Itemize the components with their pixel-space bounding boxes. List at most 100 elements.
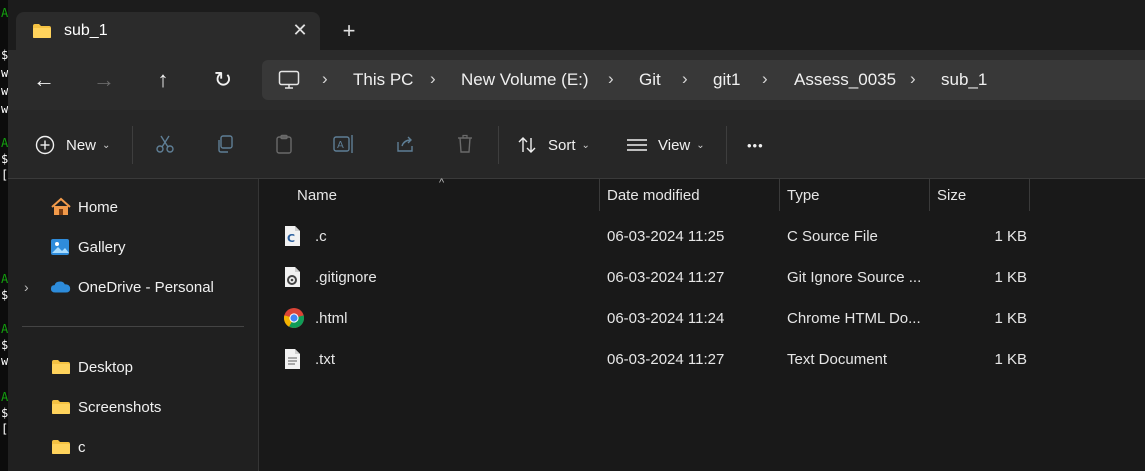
table-row[interactable]: .txt 06-03-2024 11:27 Text Document 1 KB: [259, 340, 1145, 380]
close-tab-icon[interactable]: ✕: [288, 18, 312, 42]
sidebar-item-onedrive[interactable]: OneDrive - Personal: [50, 275, 214, 299]
chrome-icon: [283, 307, 305, 329]
divider: [132, 126, 133, 164]
breadcrumb-separator[interactable]: ›: [430, 69, 436, 89]
file-date-modified: 06-03-2024 11:27: [607, 269, 725, 286]
folder-icon: [50, 436, 72, 458]
breadcrumb-new-volume[interactable]: New Volume (E:): [461, 70, 589, 90]
view-button[interactable]: View ⌄: [626, 132, 705, 158]
view-label: View: [658, 136, 691, 154]
file-type: Chrome HTML Do...: [787, 310, 921, 327]
breadcrumb-separator[interactable]: ›: [608, 69, 614, 89]
sidebar-item-c[interactable]: c: [50, 435, 86, 459]
breadcrumb-separator[interactable]: ›: [910, 69, 916, 89]
tab-sub-1[interactable]: sub_1 ✕: [16, 12, 320, 50]
breadcrumb-separator[interactable]: ›: [682, 69, 688, 89]
more-options-icon: •••: [747, 137, 764, 153]
sidebar-item-label: Desktop: [78, 358, 134, 376]
share-icon[interactable]: [393, 132, 417, 156]
breadcrumb-git1[interactable]: git1: [713, 70, 740, 90]
file-name: .html: [315, 310, 348, 327]
divider: [726, 126, 727, 164]
background-terminal-strip: A $ w w w A $ [ A $ A $ w A $ [: [0, 0, 8, 471]
file-size: 1 KB: [994, 269, 1027, 286]
onedrive-cloud-icon: [50, 276, 72, 298]
folder-icon: [32, 23, 52, 44]
breadcrumb-sub-1[interactable]: sub_1: [941, 70, 987, 90]
chevron-down-icon: ⌄: [696, 139, 705, 151]
delete-icon[interactable]: [453, 132, 477, 156]
sidebar-item-label: OneDrive - Personal: [78, 278, 214, 296]
new-tab-button[interactable]: +: [336, 18, 362, 44]
this-pc-monitor-icon[interactable]: [278, 70, 300, 95]
file-type: Git Ignore Source ...: [787, 269, 922, 286]
copy-icon[interactable]: [213, 132, 237, 156]
sidebar-item-label: Gallery: [78, 238, 126, 256]
command-bar: New ⌄ A Sort ⌄ View ⌄ •••: [8, 110, 1145, 179]
forward-button[interactable]: →: [88, 66, 120, 94]
table-row[interactable]: .html 06-03-2024 11:24 Chrome HTML Do...…: [259, 299, 1145, 339]
column-header-row: ^ Name Date modified Type Size: [259, 177, 1145, 213]
new-button[interactable]: New ⌄: [34, 132, 110, 158]
breadcrumb-separator[interactable]: ›: [762, 69, 768, 89]
gallery-icon: [50, 236, 72, 258]
paste-icon[interactable]: [272, 132, 296, 156]
file-type: Text Document: [787, 351, 888, 368]
file-name: .c: [315, 228, 327, 245]
column-resizer[interactable]: [779, 179, 780, 211]
folder-icon: [50, 396, 72, 418]
sort-arrows-icon: [516, 134, 538, 156]
file-list: ^ Name Date modified Type Size C .c 06-0…: [259, 177, 1145, 471]
sidebar-item-gallery[interactable]: Gallery: [50, 235, 126, 259]
table-row[interactable]: C .c 06-03-2024 11:25 C Source File 1 KB: [259, 217, 1145, 257]
file-name: .txt: [315, 351, 336, 368]
tab-title: sub_1: [64, 22, 108, 39]
view-list-icon: [626, 134, 648, 156]
file-date-modified: 06-03-2024 11:25: [607, 228, 725, 245]
table-row[interactable]: .gitignore 06-03-2024 11:27 Git Ignore S…: [259, 258, 1145, 298]
sort-label: Sort: [548, 136, 576, 154]
divider: [498, 126, 499, 164]
refresh-button[interactable]: ↻: [207, 66, 239, 94]
svg-text:C: C: [287, 232, 295, 245]
rename-icon[interactable]: A: [332, 132, 356, 156]
text-file-icon: [283, 348, 303, 370]
address-bar[interactable]: › This PC › New Volume (E:) › Git › git1…: [262, 60, 1145, 100]
sidebar-item-home[interactable]: Home: [50, 195, 118, 219]
back-button[interactable]: ←: [28, 66, 60, 94]
column-header-name[interactable]: Name: [297, 187, 337, 204]
column-header-size[interactable]: Size: [937, 187, 966, 204]
sort-ascending-icon: ^: [439, 177, 445, 189]
file-date-modified: 06-03-2024 11:24: [607, 310, 725, 327]
c-file-icon: C: [283, 225, 303, 247]
sort-button[interactable]: Sort ⌄: [516, 132, 590, 158]
chevron-down-icon: ⌄: [102, 139, 111, 151]
see-more-button[interactable]: •••: [747, 132, 764, 158]
plus-circle-icon: [34, 134, 56, 156]
svg-text:A: A: [337, 140, 344, 151]
settings-file-icon: [283, 266, 303, 288]
sidebar-item-desktop[interactable]: Desktop: [50, 355, 133, 379]
navigation-pane: Home Gallery › OneDrive - Personal Deskt…: [8, 179, 259, 471]
file-explorer-window: sub_1 ✕ + ← → ↑ ↻ › This PC › New Volume…: [8, 0, 1145, 471]
column-header-date-modified[interactable]: Date modified: [607, 187, 700, 204]
sidebar-item-label: Home: [78, 198, 119, 216]
breadcrumb-git[interactable]: Git: [639, 70, 661, 90]
breadcrumb-assess-0035[interactable]: Assess_0035: [794, 70, 896, 90]
cut-icon[interactable]: [153, 132, 177, 156]
file-size: 1 KB: [994, 351, 1027, 368]
column-resizer[interactable]: [1029, 179, 1030, 211]
sidebar-item-label: c: [78, 438, 86, 456]
sidebar-item-screenshots[interactable]: Screenshots: [50, 395, 161, 419]
breadcrumb-this-pc[interactable]: This PC: [353, 70, 413, 90]
column-resizer[interactable]: [599, 179, 600, 211]
breadcrumb-separator[interactable]: ›: [322, 69, 328, 89]
expand-chevron-icon[interactable]: ›: [24, 279, 29, 295]
file-name: .gitignore: [315, 269, 377, 286]
divider: [22, 326, 244, 327]
new-label: New: [66, 136, 97, 154]
column-header-type[interactable]: Type: [787, 187, 820, 204]
column-resizer[interactable]: [929, 179, 930, 211]
home-icon: [50, 196, 72, 218]
up-button[interactable]: ↑: [147, 66, 179, 94]
